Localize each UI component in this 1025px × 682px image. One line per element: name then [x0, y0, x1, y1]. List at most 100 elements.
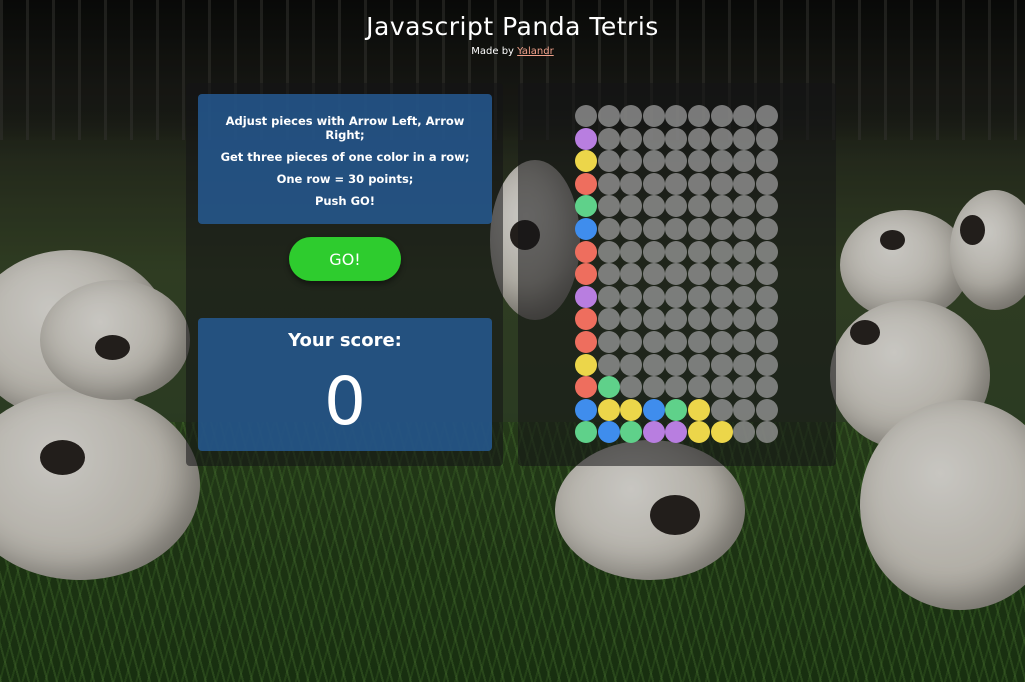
- board-piece: [575, 240, 597, 263]
- board-cell-empty: [575, 105, 597, 127]
- panda-background-image: [0, 0, 1025, 682]
- board-cell-empty: [597, 331, 620, 353]
- board-cell-empty: [710, 105, 733, 127]
- board-cell-empty: [733, 127, 756, 150]
- board-cell-empty: [733, 285, 756, 308]
- board-piece: [710, 421, 733, 444]
- board-cell-empty: [688, 218, 710, 240]
- board-cell-empty: [642, 150, 665, 173]
- board-cell-empty: [597, 172, 620, 195]
- board-cell-empty: [755, 218, 778, 240]
- board-piece: [688, 398, 710, 421]
- board-cell-empty: [620, 127, 643, 150]
- board-cell-empty: [642, 285, 665, 308]
- board-cell-empty: [642, 105, 665, 127]
- board-cell-empty: [688, 172, 710, 195]
- instruction-line: Push GO!: [314, 194, 376, 208]
- board-cell-empty: [710, 353, 733, 376]
- board-piece: [575, 353, 597, 376]
- board-cell-empty: [710, 172, 733, 195]
- board-cell-empty: [755, 127, 778, 150]
- score-value: 0: [324, 363, 366, 440]
- board-cell-empty: [597, 263, 620, 286]
- made-by-prefix: Made by: [471, 46, 518, 57]
- go-button[interactable]: GO!: [289, 237, 401, 281]
- board-cell-empty: [620, 240, 643, 263]
- board-cell-empty: [597, 127, 620, 150]
- instructions-box: Adjust pieces with Arrow Left, Arrow Rig…: [198, 94, 492, 224]
- board-cell-empty: [642, 172, 665, 195]
- board-piece: [575, 172, 597, 195]
- instruction-line: Get three pieces of one color in a row;: [220, 150, 470, 164]
- board-cell-empty: [755, 105, 778, 127]
- board-cell-empty: [710, 263, 733, 286]
- board-cell-empty: [755, 376, 778, 399]
- score-box: Your score: 0: [198, 318, 492, 451]
- board-cell-empty: [755, 331, 778, 353]
- board-cell-empty: [755, 398, 778, 421]
- board-cell-empty: [755, 150, 778, 173]
- board-cell-empty: [733, 398, 756, 421]
- board-cell-empty: [620, 285, 643, 308]
- board-cell-empty: [597, 308, 620, 331]
- board-cell-empty: [755, 285, 778, 308]
- board-piece: [597, 376, 620, 399]
- board-cell-empty: [755, 263, 778, 286]
- instruction-line: Adjust pieces with Arrow Left, Arrow Rig…: [225, 114, 465, 142]
- board-cell-empty: [710, 398, 733, 421]
- board-cell-empty: [597, 353, 620, 376]
- board-cell-empty: [710, 331, 733, 353]
- board-cell-empty: [642, 376, 665, 399]
- board-cell-empty: [688, 331, 710, 353]
- score-label: Your score:: [288, 330, 402, 351]
- board-cell-empty: [733, 172, 756, 195]
- board-cell-empty: [642, 127, 665, 150]
- board-cell-empty: [710, 240, 733, 263]
- board-cell-empty: [597, 150, 620, 173]
- board-cell-empty: [755, 172, 778, 195]
- board-cell-empty: [620, 172, 643, 195]
- board-piece: [575, 127, 597, 150]
- board-cell-empty: [665, 127, 688, 150]
- author-link[interactable]: Yalandr: [517, 46, 554, 57]
- board-cell-empty: [688, 240, 710, 263]
- author-credit: Made by Yalandr: [0, 46, 1025, 57]
- board-cell-empty: [733, 240, 756, 263]
- board-cell-empty: [710, 285, 733, 308]
- board-cell-empty: [665, 240, 688, 263]
- page-title: Javascript Panda Tetris: [366, 12, 659, 41]
- board-piece: [575, 285, 597, 308]
- board-cell-empty: [710, 376, 733, 399]
- board-cell-empty: [710, 308, 733, 331]
- board-cell-empty: [597, 240, 620, 263]
- board-cell-empty: [597, 195, 620, 218]
- board-cell-empty: [688, 127, 710, 150]
- board-cell-empty: [755, 240, 778, 263]
- board-cell-empty: [733, 353, 756, 376]
- board-cell-empty: [642, 218, 665, 240]
- board-piece: [575, 218, 597, 240]
- board-cell-empty: [755, 353, 778, 376]
- board-piece: [597, 398, 620, 421]
- board-cell-empty: [710, 218, 733, 240]
- board-piece: [597, 421, 620, 444]
- board-cell-empty: [642, 353, 665, 376]
- board-cell-empty: [597, 105, 620, 127]
- board-cell-empty: [688, 285, 710, 308]
- board-piece: [575, 331, 597, 353]
- board-cell-empty: [710, 195, 733, 218]
- board-cell-empty: [597, 285, 620, 308]
- board-piece: [642, 398, 665, 421]
- board-cell-empty: [688, 353, 710, 376]
- board-cell-empty: [642, 240, 665, 263]
- board-cell-empty: [620, 353, 643, 376]
- board-cell-empty: [688, 105, 710, 127]
- board-piece: [620, 398, 643, 421]
- board-cell-empty: [665, 353, 688, 376]
- instruction-line: One row = 30 points;: [276, 172, 414, 186]
- board-piece: [575, 398, 597, 421]
- board-cell-empty: [710, 127, 733, 150]
- board-cell-empty: [642, 331, 665, 353]
- board-cell-empty: [710, 150, 733, 173]
- board-cell-empty: [642, 263, 665, 286]
